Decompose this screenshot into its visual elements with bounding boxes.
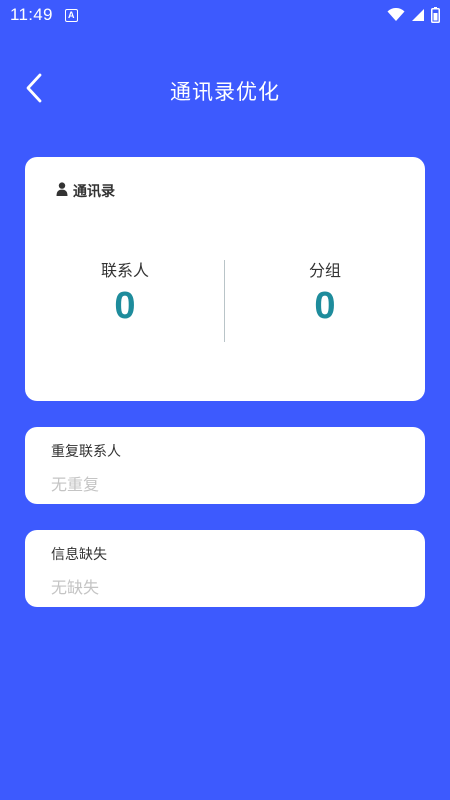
missing-info-value: 无缺失 <box>51 578 100 597</box>
status-icons <box>387 7 440 23</box>
status-bar: 11:49 A <box>0 0 450 30</box>
contacts-card-heading: 通讯录 <box>56 181 115 201</box>
stat-contacts-value: 0 <box>114 285 136 327</box>
stat-divider <box>224 260 225 342</box>
person-icon <box>56 182 68 200</box>
page-title: 通讯录优化 <box>170 80 280 104</box>
battery-icon <box>431 7 440 23</box>
header: 通讯录优化 <box>0 62 450 122</box>
contacts-stats: 联系人 0 分组 0 <box>25 257 425 347</box>
stat-contacts[interactable]: 联系人 0 <box>25 257 225 347</box>
signal-icon <box>411 8 425 22</box>
status-time: 11:49 <box>10 5 53 24</box>
stat-contacts-label: 联系人 <box>100 261 149 280</box>
stat-groups-label: 分组 <box>308 261 341 280</box>
stat-groups-value: 0 <box>314 285 336 327</box>
stat-groups[interactable]: 分组 0 <box>225 257 425 347</box>
wifi-icon <box>387 8 405 22</box>
duplicates-card[interactable]: 重复联系人 无重复 <box>25 427 425 504</box>
missing-info-title: 信息缺失 <box>51 547 107 563</box>
missing-info-card[interactable]: 信息缺失 无缺失 <box>25 530 425 607</box>
contacts-card-title: 通讯录 <box>73 184 115 200</box>
a-icon: A <box>64 8 78 22</box>
contacts-card: 通讯录 联系人 0 分组 0 <box>25 157 425 401</box>
duplicates-title: 重复联系人 <box>51 444 121 460</box>
duplicates-value: 无重复 <box>51 475 100 494</box>
